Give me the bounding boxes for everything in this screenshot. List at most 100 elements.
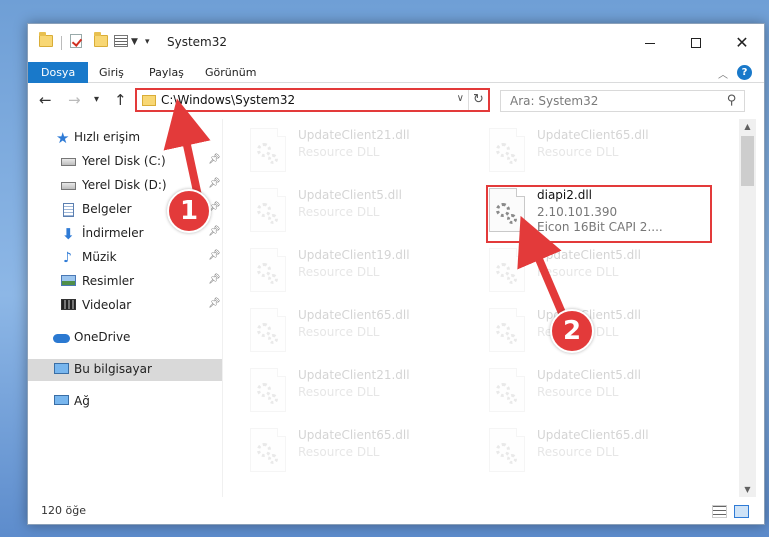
tiles-view-icon[interactable] <box>734 505 749 518</box>
tab-share[interactable]: Paylaş <box>136 62 197 83</box>
drive-icon <box>61 158 76 166</box>
sidebar-item-network[interactable]: Ağ <box>28 391 222 413</box>
scroll-down-icon[interactable]: ▼ <box>739 485 756 494</box>
dll-file-icon <box>489 248 525 292</box>
video-icon <box>61 299 76 310</box>
sidebar-item-label: Ağ <box>74 394 90 408</box>
tab-file[interactable]: Dosya <box>28 62 89 83</box>
file-item[interactable]: UpdateClient65.dll Resource DLL <box>250 304 480 356</box>
window-title: System32 <box>167 35 228 49</box>
pin-icon[interactable]: 📌︎ <box>208 250 221 261</box>
file-item[interactable]: UpdateClient65.dll Resource DLL <box>489 124 719 176</box>
pin-icon[interactable]: 📌︎ <box>208 226 221 237</box>
sidebar-item-music[interactable]: ♪ Müzik 📌︎ <box>28 247 222 269</box>
qa-dropdown-icon[interactable]: ▼ <box>131 37 138 47</box>
pin-icon[interactable]: 📌︎ <box>208 274 221 285</box>
file-name: UpdateClient21.dll <box>298 128 410 142</box>
close-icon: ✕ <box>735 33 749 52</box>
file-type: Resource DLL <box>298 445 380 459</box>
sidebar-item-onedrive[interactable]: OneDrive <box>28 327 222 349</box>
properties-check-icon[interactable] <box>70 34 82 48</box>
document-icon <box>63 203 74 217</box>
file-type: Resource DLL <box>298 325 380 339</box>
file-item[interactable]: UpdateClient21.dll Resource DLL <box>250 124 480 176</box>
pin-icon[interactable]: 📌︎ <box>208 298 221 309</box>
tab-home[interactable]: Giriş <box>86 62 137 83</box>
music-icon: ♪ <box>63 250 72 266</box>
address-path[interactable]: C:\Windows\System32 <box>161 93 295 107</box>
address-dropdown-icon[interactable]: ∨ <box>457 93 464 104</box>
file-type: Resource DLL <box>298 205 380 219</box>
sidebar-item-quick-access[interactable]: ★ Hızlı erişim <box>28 127 222 149</box>
minimize-icon <box>645 42 655 44</box>
step-badge-2: 2 <box>550 309 594 353</box>
sidebar-item-label: Hızlı erişim <box>74 130 141 144</box>
expand-ribbon-icon[interactable]: ︿ <box>718 66 728 81</box>
sidebar-item-label: Müzik <box>82 250 117 264</box>
back-button[interactable]: ← <box>39 91 52 109</box>
title-bar: ▼ ▾ System32 ✕ <box>28 24 764 62</box>
dll-file-icon <box>489 128 525 172</box>
pin-icon[interactable]: 📌︎ <box>208 178 221 189</box>
refresh-icon[interactable]: ↻ <box>468 90 488 110</box>
file-item[interactable]: UpdateClient5.dll Resource DLL <box>489 364 719 416</box>
divider <box>61 36 62 50</box>
file-name: UpdateClient65.dll <box>537 428 649 442</box>
scroll-up-icon[interactable]: ▲ <box>739 122 756 131</box>
file-item[interactable]: UpdateClient5.dll Resource DLL <box>489 244 719 296</box>
tab-view[interactable]: Görünüm <box>192 62 269 83</box>
dll-file-icon <box>489 308 525 352</box>
dll-file-icon <box>250 368 286 412</box>
scroll-thumb[interactable] <box>741 136 754 186</box>
sidebar-item-label: OneDrive <box>74 330 131 344</box>
dll-file-icon <box>250 308 286 352</box>
file-item[interactable]: UpdateClient65.dll Resource DLL <box>489 424 719 476</box>
file-item[interactable]: UpdateClient5.dll Resource DLL <box>489 304 719 356</box>
folder-icon <box>142 95 156 106</box>
search-icon[interactable]: ⚲ <box>727 93 737 108</box>
sidebar-item-label: Yerel Disk (D:) <box>82 178 167 192</box>
details-view-icon[interactable] <box>712 505 727 518</box>
help-icon[interactable]: ? <box>737 65 752 80</box>
file-type: Resource DLL <box>298 385 380 399</box>
sidebar-item-this-pc[interactable]: Bu bilgisayar <box>28 359 222 381</box>
maximize-icon <box>691 38 701 48</box>
dll-file-icon <box>250 188 286 232</box>
file-type: Resource DLL <box>537 265 619 279</box>
sidebar-item-label: Belgeler <box>82 202 132 216</box>
pin-icon[interactable]: 📌︎ <box>208 154 221 165</box>
file-item[interactable]: UpdateClient65.dll Resource DLL <box>250 424 480 476</box>
maximize-button[interactable] <box>673 24 719 62</box>
up-button[interactable]: ↑ <box>114 91 127 109</box>
vertical-scrollbar[interactable]: ▲ ▼ <box>739 119 756 497</box>
status-bar: 120 öğe <box>28 500 764 524</box>
navigation-pane: ★ Hızlı erişim Yerel Disk (C:) 📌︎ Yerel … <box>28 119 223 497</box>
file-name: UpdateClient65.dll <box>537 128 649 142</box>
search-placeholder[interactable]: Ara: System32 <box>510 94 598 108</box>
file-item[interactable]: UpdateClient5.dll Resource DLL <box>250 184 480 236</box>
file-item[interactable]: UpdateClient19.dll Resource DLL <box>250 244 480 296</box>
dll-file-icon <box>250 428 286 472</box>
file-type: Resource DLL <box>537 145 619 159</box>
address-bar[interactable]: C:\Windows\System32 ∨ ↻ <box>135 88 490 112</box>
dll-file-icon <box>489 368 525 412</box>
drive-icon <box>61 182 76 190</box>
minimize-button[interactable] <box>627 24 673 62</box>
search-box[interactable]: Ara: System32 ⚲ <box>500 90 745 112</box>
file-name: UpdateClient21.dll <box>298 368 410 382</box>
recent-locations-icon[interactable]: ▾ <box>94 91 99 109</box>
sidebar-item-videos[interactable]: Videolar 📌︎ <box>28 295 222 317</box>
sidebar-item-pictures[interactable]: Resimler 📌︎ <box>28 271 222 293</box>
sidebar-item-local-disk-c[interactable]: Yerel Disk (C:) 📌︎ <box>28 151 222 173</box>
new-folder-icon[interactable] <box>94 32 108 47</box>
close-button[interactable]: ✕ <box>719 24 765 62</box>
onedrive-icon <box>53 334 70 343</box>
quick-access-toolbar-icon[interactable] <box>114 35 128 47</box>
forward-button[interactable]: → <box>68 91 81 109</box>
file-item[interactable]: UpdateClient21.dll Resource DLL <box>250 364 480 416</box>
sidebar-item-label: Videolar <box>82 298 132 312</box>
star-icon: ★ <box>56 129 70 147</box>
customize-toolbar-icon[interactable]: ▾ <box>145 37 150 47</box>
dll-file-icon <box>489 428 525 472</box>
file-name: UpdateClient19.dll <box>298 248 410 262</box>
